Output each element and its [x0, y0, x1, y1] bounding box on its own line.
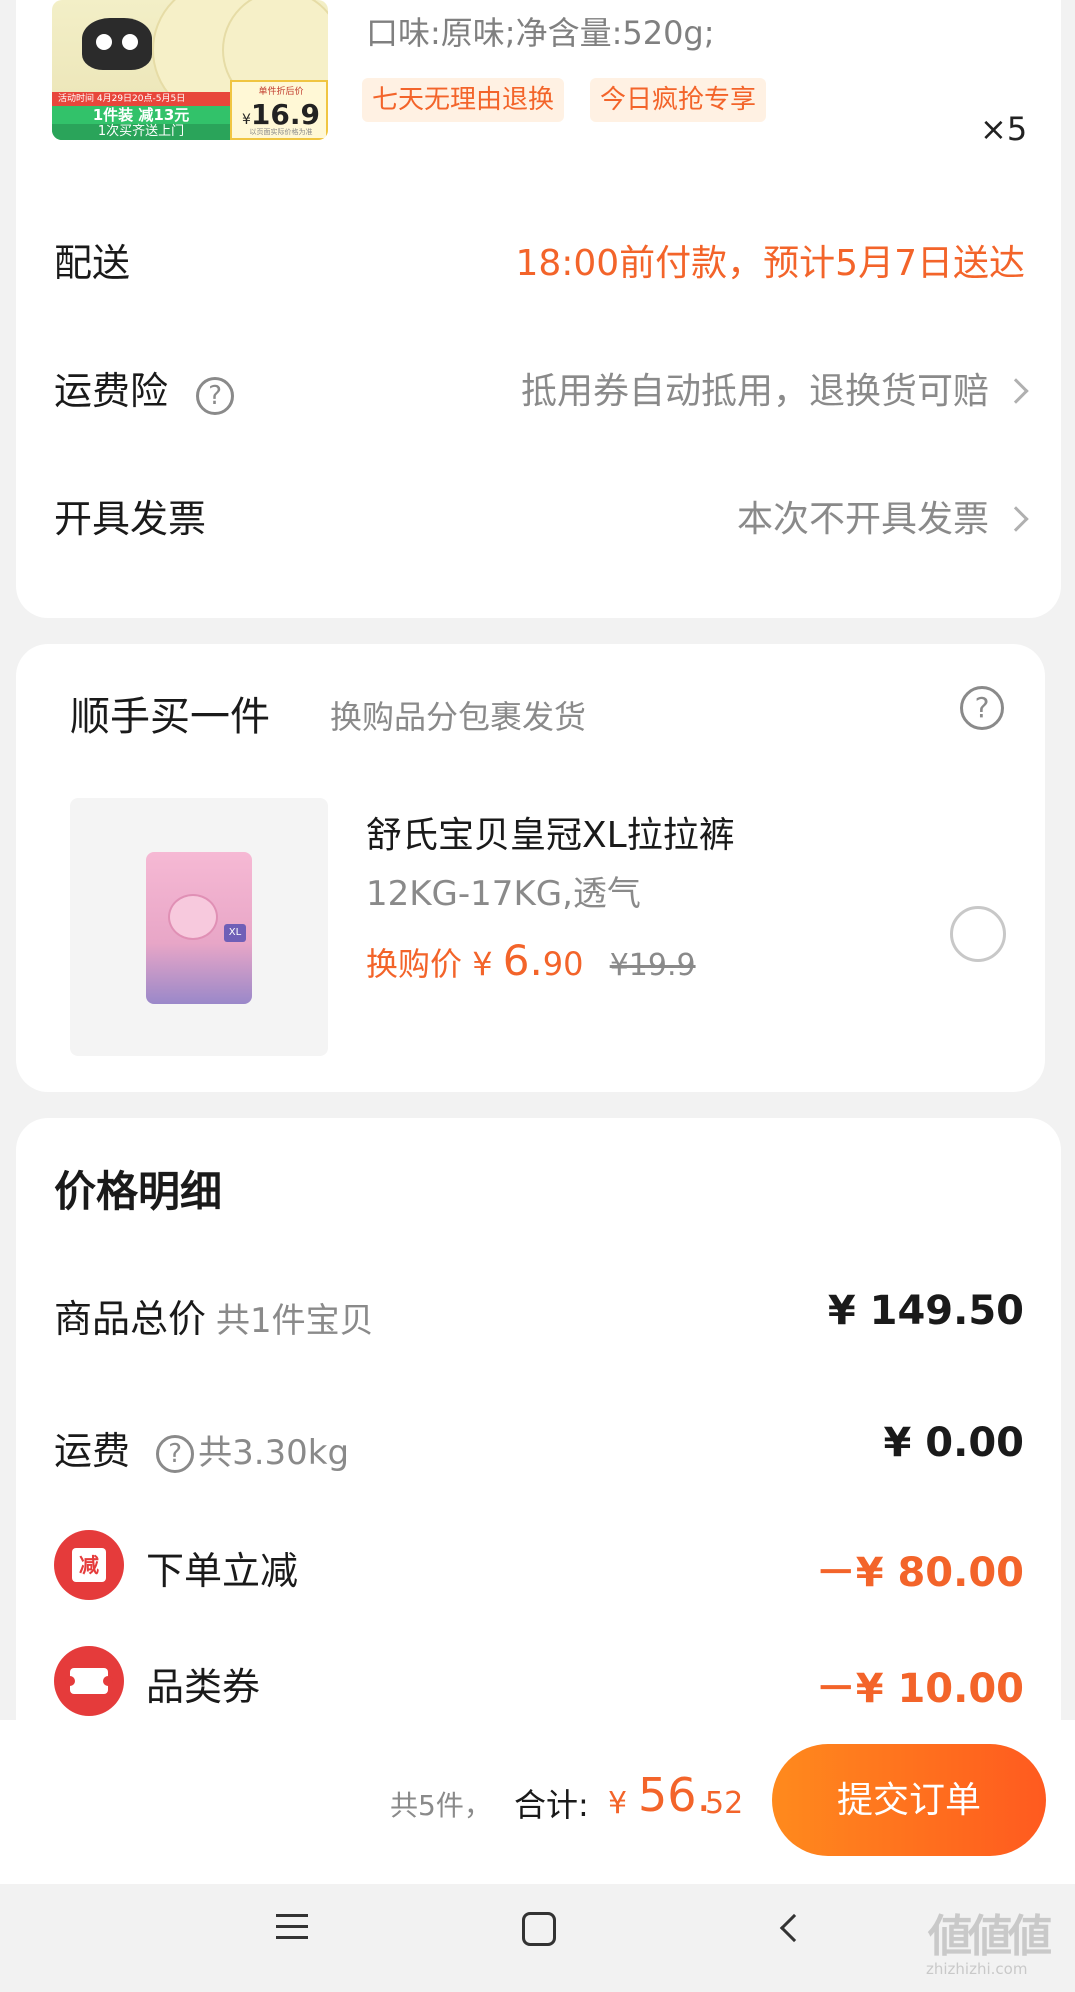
system-nav-bar: 値値値 zhizhizhi.com [0, 1884, 1075, 1992]
instant-discount-value: －¥ 80.00 [815, 1550, 1024, 1596]
addon-card: 顺手买一件 换购品分包裹发货 ? XL 舒氏宝贝皇冠XL拉拉裤 12KG-17K… [16, 644, 1045, 1092]
addon-price-int: 6. [502, 936, 543, 985]
shipping-label: 运费 [54, 1429, 131, 1473]
home-icon[interactable] [522, 1912, 556, 1946]
shipping-value: ¥ 0.00 [883, 1420, 1024, 1466]
chevron-right-icon [1003, 378, 1029, 404]
product-spec: 口味:原味;净含量:520g; [366, 14, 715, 52]
addon-title: 顺手买一件 [70, 694, 270, 740]
discount-icon: 减 [54, 1530, 124, 1600]
chevron-right-icon [1003, 506, 1029, 532]
addon-price-symbol: ¥ [472, 945, 493, 983]
flash-deal-tag: 今日疯抢专享 [590, 78, 767, 122]
order-item-card: 活动时间 4月29日20点-5月5日 1件装 减13元 1次买齐送上门 单件折后… [16, 0, 1061, 618]
ticket-shape [65, 1668, 113, 1694]
subtotal-label-group: 商品总价 共1件宝贝 [54, 1288, 374, 1343]
back-icon[interactable] [779, 1913, 809, 1943]
addon-item-name[interactable]: 舒氏宝贝皇冠XL拉拉裤 [366, 806, 735, 858]
promo-discount: 1件装 减13元 [92, 106, 190, 124]
total-label: 合计: [514, 1786, 589, 1824]
invoice-label: 开具发票 [54, 497, 207, 541]
addon-price-dec: 90 [542, 945, 584, 983]
promo-period: 活动时间 4月29日20点-5月5日 [52, 92, 230, 106]
item-count: 共5件， [390, 1789, 492, 1822]
instant-discount-label: 下单立减 [146, 1549, 299, 1593]
category-coupon-value: －¥ 10.00 [815, 1666, 1024, 1712]
addon-item-thumbnail[interactable]: XL [70, 798, 328, 1056]
subtotal-value: ¥ 149.50 [827, 1288, 1024, 1334]
subtotal-label: 商品总价 [54, 1297, 207, 1341]
freight-insurance-value-row[interactable]: 抵用券自动抵用，退换货可赔 [520, 362, 1029, 414]
discount-icon-text: 减 [72, 1548, 106, 1582]
freight-insurance-value: 抵用券自动抵用，退换货可赔 [520, 371, 989, 412]
help-icon[interactable]: ? [960, 686, 1004, 730]
total-amount-dec: 52 [705, 1786, 744, 1821]
category-coupon-label: 品类券 [146, 1665, 261, 1709]
promo-delivery: 1次买齐送上门 [52, 124, 230, 140]
diaper-package-image: XL [146, 852, 252, 1004]
addon-item-price: 换购价 ¥ 6.90 ¥19.9 [366, 936, 696, 985]
shipping-row: 运费 ? 共3.30kg ¥ 0.00 [54, 1416, 1024, 1476]
freight-insurance-row[interactable]: 运费险 ? [54, 360, 235, 415]
watermark-url: zhizhizhi.com [926, 1960, 1028, 1978]
delivery-estimate: 18:00前付款，预计5月7日送达 [515, 243, 1025, 284]
instant-discount-row: 减 下单立减 －¥ 80.00 [54, 1530, 1024, 1600]
category-coupon-row: 品类券 －¥ 10.00 [54, 1646, 1024, 1716]
invoice-value-row[interactable]: 本次不开具发票 [736, 490, 1029, 542]
addon-select-radio[interactable] [950, 906, 1006, 962]
unit-price-title: 单件折后价 [258, 87, 304, 97]
subtotal-row: 商品总价 共1件宝贝 ¥ 149.50 [54, 1284, 1024, 1344]
price-detail-title: 价格明细 [54, 1167, 223, 1216]
delivery-label: 配送 [54, 241, 131, 285]
total-amount-int: 56. [638, 1768, 712, 1822]
unit-price-tag: 单件折后价 ¥16.9 以页面实际价格为准 [230, 80, 328, 140]
invoice-value: 本次不开具发票 [736, 499, 989, 540]
help-icon[interactable]: ? [196, 377, 235, 415]
product-thumbnail[interactable]: 活动时间 4月29日20点-5月5日 1件装 减13元 1次买齐送上门 单件折后… [52, 0, 328, 140]
pig-character-icon [168, 894, 218, 940]
shipping-label-group: 运费 ? 共3.30kg [54, 1420, 349, 1475]
size-badge: XL [224, 924, 246, 942]
return-policy-tag: 七天无理由退换 [362, 78, 565, 122]
coupon-ticket-icon [54, 1646, 124, 1716]
addon-price-label: 换购价 [366, 945, 463, 983]
price-detail-card: 价格明细 商品总价 共1件宝贝 ¥ 149.50 运费 ? 共3.30kg ¥ 0.… [16, 1118, 1061, 1758]
product-quantity: ×5 [980, 110, 1028, 148]
submit-order-button[interactable]: 提交订单 [772, 1744, 1046, 1856]
freight-insurance-label: 运费险 [54, 369, 169, 413]
watermark-logo: 値値値 [928, 1911, 1052, 1962]
unit-price-symbol: ¥ [241, 112, 251, 128]
total-currency: ¥ [608, 1786, 628, 1821]
promo-strip: 活动时间 4月29日20点-5月5日 1件装 减13元 1次买齐送上门 [52, 92, 230, 140]
shipping-weight: 共3.30kg [198, 1433, 350, 1473]
unit-price-note: 以页面实际价格为准 [249, 128, 313, 136]
subtotal-count: 共1件宝贝 [216, 1301, 374, 1341]
addon-original-price: ¥19.9 [609, 948, 696, 983]
help-icon[interactable]: ? [156, 1434, 195, 1473]
addon-item-spec: 12KG-17KG,透气 [366, 874, 641, 914]
checkout-bar: 共5件， 合计: ¥ 56. 52 提交订单 [0, 1720, 1075, 1884]
menu-icon[interactable] [276, 1912, 308, 1942]
tmall-cat-icon [82, 18, 152, 70]
addon-subtitle: 换购品分包裹发货 [330, 698, 587, 736]
